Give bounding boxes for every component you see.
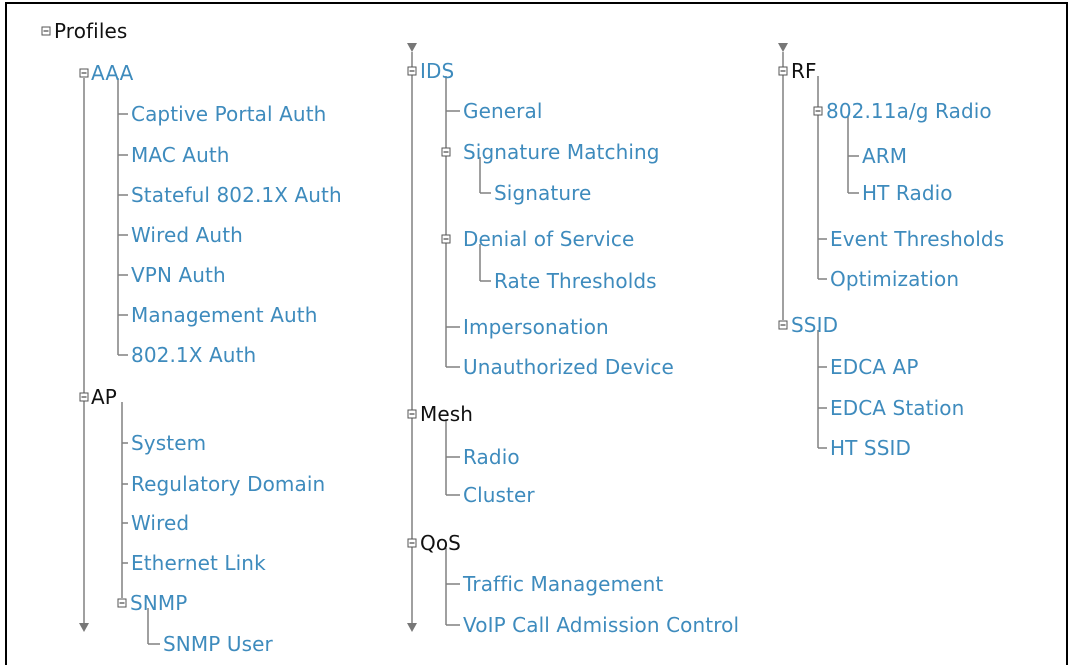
tree-node-signature-matching[interactable]: Signature Matching [463, 140, 660, 164]
tree-node-mesh[interactable]: Mesh [420, 402, 473, 426]
tree-leaf[interactable]: Regulatory Domain [131, 472, 325, 496]
tree-node-ssid[interactable]: SSID [791, 313, 838, 337]
tree-leaf[interactable]: VPN Auth [131, 263, 226, 287]
tree-leaf[interactable]: MAC Auth [131, 143, 230, 167]
scroll-down-arrow-icon [407, 623, 417, 632]
scroll-up-continuation-arrow-icon [778, 43, 788, 52]
collapse-icon[interactable] [79, 68, 89, 78]
tree-leaf[interactable]: Unauthorized Device [463, 355, 674, 379]
tree-leaf[interactable]: Ethernet Link [131, 551, 266, 575]
tree-node-rf[interactable]: RF [791, 59, 817, 83]
tree-node-80211ag-radio[interactable]: 802.11a/g Radio [826, 99, 992, 123]
tree-leaf[interactable]: SNMP User [163, 632, 273, 656]
tree-leaf[interactable]: Impersonation [463, 315, 609, 339]
tree-leaf[interactable]: System [131, 431, 206, 455]
tree-leaf[interactable]: HT SSID [830, 436, 911, 460]
tree-leaf[interactable]: EDCA AP [830, 355, 918, 379]
tree-leaf[interactable]: Management Auth [131, 303, 317, 327]
collapse-icon[interactable] [441, 147, 451, 157]
collapse-icon[interactable] [79, 392, 89, 402]
tree-leaf[interactable]: Rate Thresholds [494, 269, 657, 293]
collapse-icon[interactable] [41, 26, 51, 36]
collapse-icon[interactable] [441, 234, 451, 244]
tree-leaf[interactable]: Optimization [830, 267, 959, 291]
collapse-icon[interactable] [778, 66, 788, 76]
tree-leaf[interactable]: Captive Portal Auth [131, 102, 326, 126]
tree-leaf[interactable]: Event Thresholds [830, 227, 1004, 251]
tree-leaf[interactable]: Signature [494, 181, 591, 205]
collapse-icon[interactable] [407, 538, 417, 548]
tree-node-snmp[interactable]: SNMP [130, 591, 187, 615]
tree-leaf[interactable]: EDCA Station [830, 396, 964, 420]
tree-leaf[interactable]: VoIP Call Admission Control [463, 613, 739, 637]
tree-leaf[interactable]: General [463, 99, 543, 123]
tree-node-ap[interactable]: AP [91, 385, 117, 409]
collapse-icon[interactable] [813, 106, 823, 116]
scroll-down-arrow-icon [79, 623, 89, 632]
tree-leaf[interactable]: Wired Auth [131, 223, 243, 247]
tree-node-ids[interactable]: IDS [420, 59, 454, 83]
collapse-icon[interactable] [407, 409, 417, 419]
collapse-icon[interactable] [117, 598, 127, 608]
scroll-up-continuation-arrow-icon [407, 43, 417, 52]
tree-leaf[interactable]: Traffic Management [463, 572, 663, 596]
tree-node-aaa[interactable]: AAA [91, 61, 133, 85]
collapse-icon[interactable] [407, 66, 417, 76]
tree-leaf[interactable]: ARM [862, 144, 907, 168]
tree-leaf[interactable]: Cluster [463, 483, 535, 507]
tree-leaf[interactable]: Stateful 802.1X Auth [131, 183, 342, 207]
tree-node-profiles[interactable]: Profiles [54, 19, 127, 43]
tree-leaf[interactable]: 802.1X Auth [131, 343, 256, 367]
tree-node-denial-of-service[interactable]: Denial of Service [463, 227, 634, 251]
tree-leaf[interactable]: Radio [463, 445, 520, 469]
tree-node-qos[interactable]: QoS [420, 531, 461, 555]
tree-leaf[interactable]: HT Radio [862, 181, 953, 205]
tree-leaf[interactable]: Wired [131, 511, 189, 535]
profiles-tree-panel: Profiles AAA Captive Portal Auth MAC Aut… [0, 0, 1073, 667]
collapse-icon[interactable] [778, 320, 788, 330]
